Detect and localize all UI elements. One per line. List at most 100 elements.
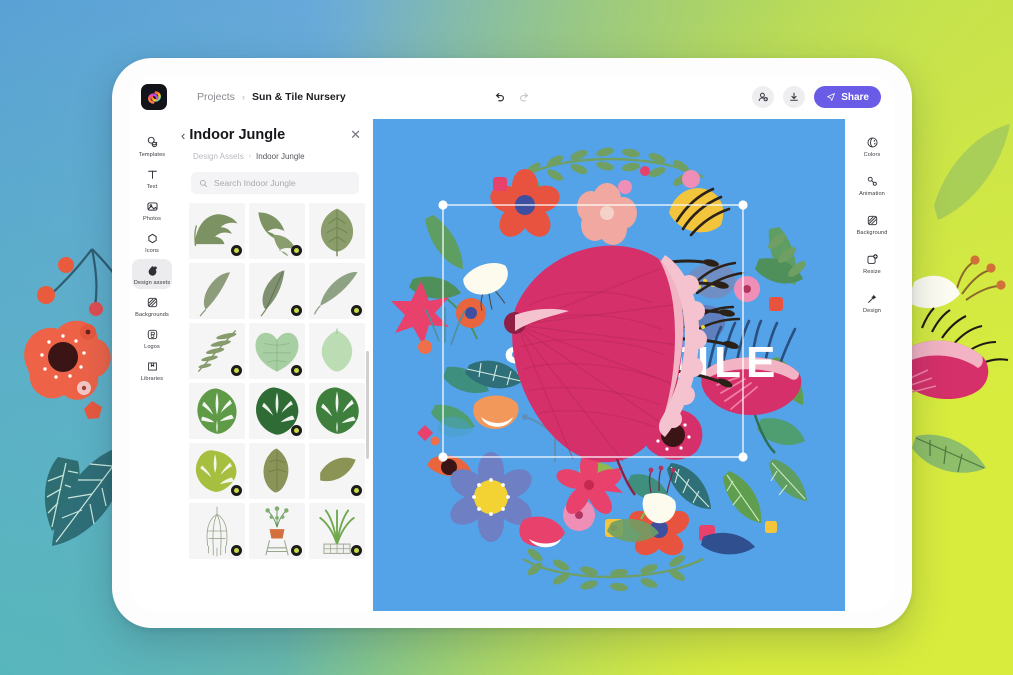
workspace: Templates Text Photos Icons Design asset… bbox=[129, 119, 895, 611]
asset-tile[interactable] bbox=[249, 383, 305, 439]
download-icon[interactable] bbox=[783, 86, 806, 108]
sidebar-item-label: Resize bbox=[863, 269, 881, 275]
premium-badge bbox=[291, 245, 302, 256]
breadcrumb-projects[interactable]: Projects bbox=[197, 91, 235, 103]
premium-badge bbox=[291, 305, 302, 316]
breadcrumb-separator: › bbox=[241, 92, 245, 102]
sidebar-item-backgrounds[interactable]: Backgrounds bbox=[132, 291, 172, 321]
asset-tile[interactable] bbox=[309, 323, 365, 379]
asset-tile[interactable] bbox=[189, 383, 245, 439]
close-icon[interactable]: ✕ bbox=[350, 127, 361, 143]
search-placeholder: Search Indoor Jungle bbox=[214, 178, 296, 188]
premium-badge bbox=[291, 545, 302, 556]
sidebar-item-logos[interactable]: Logos bbox=[132, 323, 172, 353]
sidebar-item-libraries[interactable]: Libraries bbox=[132, 355, 172, 385]
asset-tile[interactable] bbox=[249, 263, 305, 319]
asset-tile[interactable] bbox=[189, 503, 245, 559]
sidebar-item-background[interactable]: Background bbox=[852, 209, 892, 239]
sidebar-item-label: Backgrounds bbox=[135, 312, 169, 318]
scene: Projects › Sun & Tile Nursery Share Temp… bbox=[0, 0, 1013, 675]
sidebar-item-label: Design assets bbox=[133, 280, 171, 286]
resize-icon bbox=[866, 253, 879, 266]
sidebar-item-label: Design bbox=[862, 308, 881, 314]
premium-badge bbox=[231, 545, 242, 556]
premium-badge bbox=[291, 365, 302, 376]
sidebar-item-design[interactable]: Design bbox=[852, 287, 892, 317]
libraries-icon bbox=[146, 360, 159, 373]
premium-badge bbox=[291, 425, 302, 436]
search-icon bbox=[199, 179, 208, 188]
panel-breadcrumb-current: Indoor Jungle bbox=[256, 152, 305, 161]
sidebar-item-templates[interactable]: Templates bbox=[132, 131, 172, 161]
design-wand-icon bbox=[866, 292, 879, 305]
text-icon bbox=[146, 168, 159, 181]
sidebar-item-text[interactable]: Text bbox=[132, 163, 172, 193]
premium-badge bbox=[231, 365, 242, 376]
panel-breadcrumb: Design Assets › Indoor Jungle bbox=[175, 143, 373, 161]
sidebar-item-label: Libraries bbox=[140, 376, 164, 382]
design-canvas[interactable]: SUN · TILE NUR bbox=[373, 119, 845, 611]
breadcrumb-current-project[interactable]: Sun & Tile Nursery bbox=[252, 91, 346, 103]
asset-tile[interactable] bbox=[189, 263, 245, 319]
design-assets-icon bbox=[146, 264, 159, 277]
asset-tile[interactable] bbox=[309, 503, 365, 559]
sidebar-item-label: Templates bbox=[138, 152, 166, 158]
sidebar-item-label: Animation bbox=[859, 191, 885, 197]
share-label: Share bbox=[841, 91, 869, 103]
sidebar-item-resize[interactable]: Resize bbox=[852, 248, 892, 278]
colors-icon bbox=[866, 136, 879, 149]
panel-breadcrumb-parent[interactable]: Design Assets bbox=[193, 152, 244, 161]
left-toolbar: Templates Text Photos Icons Design asset… bbox=[129, 119, 175, 611]
topbar-actions: Share bbox=[752, 86, 881, 108]
panel-scrollbar[interactable] bbox=[366, 351, 369, 459]
sidebar-item-photos[interactable]: Photos bbox=[132, 195, 172, 225]
icons-icon bbox=[146, 232, 159, 245]
sidebar-item-colors[interactable]: Colors bbox=[852, 131, 892, 161]
premium-badge bbox=[351, 305, 362, 316]
asset-tile[interactable] bbox=[249, 503, 305, 559]
sidebar-item-design-assets[interactable]: Design assets bbox=[132, 259, 172, 289]
premium-badge bbox=[231, 485, 242, 496]
background-icon bbox=[866, 214, 879, 227]
asset-tile[interactable] bbox=[249, 323, 305, 379]
share-button[interactable]: Share bbox=[814, 86, 881, 108]
floral-wreath-poster: SUN · TILE NUR bbox=[373, 119, 845, 611]
chevron-left-icon[interactable]: ‹ bbox=[181, 128, 185, 143]
undo-icon[interactable] bbox=[493, 91, 506, 104]
asset-tile[interactable] bbox=[189, 323, 245, 379]
asset-tile[interactable] bbox=[189, 203, 245, 259]
panel-breadcrumb-separator: › bbox=[248, 153, 252, 160]
asset-tile[interactable] bbox=[249, 203, 305, 259]
asset-tile[interactable] bbox=[309, 203, 365, 259]
history-controls bbox=[493, 91, 531, 104]
panel-title: Indoor Jungle bbox=[189, 127, 286, 143]
photos-icon bbox=[146, 200, 159, 213]
panel-header: ‹ Indoor Jungle ✕ bbox=[175, 125, 373, 143]
sidebar-item-label: Logos bbox=[144, 344, 160, 350]
premium-badge bbox=[351, 485, 362, 496]
tablet-device: Projects › Sun & Tile Nursery Share Temp… bbox=[112, 58, 912, 628]
redo-icon bbox=[518, 91, 531, 104]
asset-tile[interactable] bbox=[309, 443, 365, 499]
add-collaborator-icon[interactable] bbox=[752, 86, 775, 108]
premium-badge bbox=[231, 245, 242, 256]
asset-tile[interactable] bbox=[309, 383, 365, 439]
sidebar-item-label: Photos bbox=[142, 216, 161, 222]
search-input[interactable]: Search Indoor Jungle bbox=[191, 172, 359, 194]
premium-badge bbox=[351, 545, 362, 556]
app-topbar: Projects › Sun & Tile Nursery Share bbox=[129, 75, 895, 119]
sidebar-item-icons[interactable]: Icons bbox=[132, 227, 172, 257]
sidebar-item-animation[interactable]: Animation bbox=[852, 170, 892, 200]
app-screen: Projects › Sun & Tile Nursery Share Temp… bbox=[129, 75, 895, 611]
sidebar-item-label: Colors bbox=[863, 152, 881, 158]
right-toolbar: Colors Animation Background Resize Desig… bbox=[849, 119, 895, 611]
adobe-express-logo[interactable] bbox=[141, 84, 167, 110]
design-assets-panel: ‹ Indoor Jungle ✕ Design Assets › Indoor… bbox=[175, 119, 373, 611]
sidebar-item-label: Background bbox=[856, 230, 888, 236]
asset-tile[interactable] bbox=[309, 263, 365, 319]
sidebar-item-label: Icons bbox=[145, 248, 159, 254]
asset-tile[interactable] bbox=[189, 443, 245, 499]
canvas-area: SUN · TILE NUR bbox=[373, 119, 849, 611]
breadcrumb: Projects › Sun & Tile Nursery bbox=[197, 91, 346, 103]
asset-tile[interactable] bbox=[249, 443, 305, 499]
